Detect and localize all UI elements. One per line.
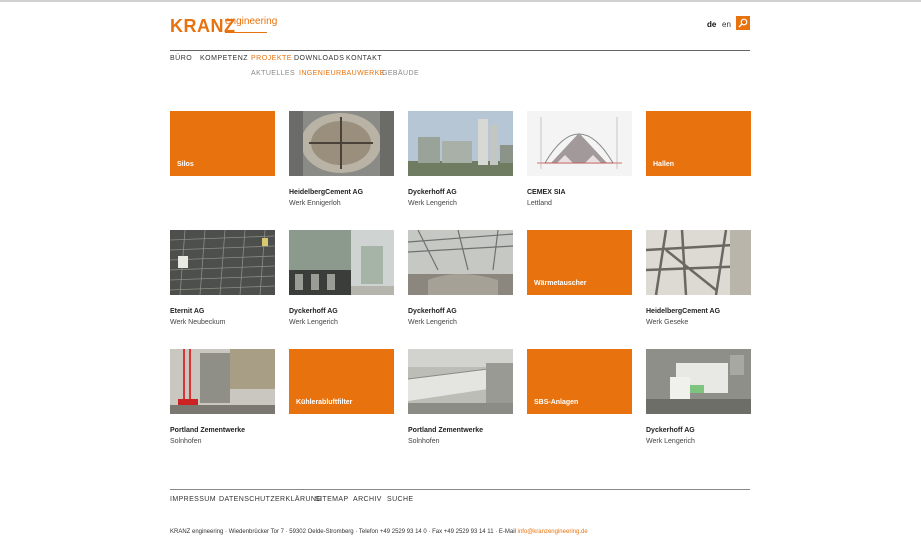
- project-subtitle: Solnhofen: [170, 438, 202, 445]
- category-label: SBS-Anlagen: [534, 399, 579, 406]
- logo-sub: engineering: [225, 16, 278, 27]
- nav-kompetenz[interactable]: KOMPETENZ: [200, 55, 248, 62]
- footer-link-suche[interactable]: SUCHE: [387, 496, 414, 503]
- project-photo[interactable]: [289, 111, 394, 176]
- project-caption[interactable]: HeidelbergCement AG Werk Ennigerloh: [289, 187, 399, 209]
- project-photo[interactable]: [170, 349, 275, 414]
- category-label: Kühlerabluftfilter: [296, 399, 353, 406]
- category-tile-sbs-anlagen[interactable]: SBS-Anlagen: [527, 349, 632, 414]
- project-photo[interactable]: [408, 111, 513, 176]
- footer-divider: [170, 489, 750, 490]
- lang-en-link[interactable]: en: [722, 20, 731, 29]
- footer-link-datenschutz[interactable]: DATENSCHUTZERKLÄRUNG: [219, 496, 322, 503]
- category-label: Wärmetauscher: [534, 280, 587, 287]
- category-label: Hallen: [653, 161, 675, 168]
- project-caption[interactable]: Portland Zementwerke Solnhofen: [408, 425, 518, 447]
- project-subtitle: Werk Lengerich: [289, 319, 338, 326]
- category-tile-silos[interactable]: Silos: [170, 111, 275, 176]
- project-title: Eternit AG: [170, 308, 205, 315]
- footer-link-impressum[interactable]: IMPRESSUM: [170, 496, 216, 503]
- logo[interactable]: KRANZ engineering: [170, 15, 277, 39]
- project-title: HeidelbergCement AG: [289, 189, 364, 196]
- top-border: [0, 0, 921, 2]
- subnav-gebaeude[interactable]: GEBÄUDE: [382, 70, 419, 77]
- project-caption[interactable]: Dyckerhoff AG Werk Lengerich: [289, 306, 399, 328]
- search-button[interactable]: [736, 16, 750, 30]
- footer-link-sitemap[interactable]: SITEMAP: [315, 496, 349, 503]
- project-title: HeidelbergCement AG: [646, 308, 721, 315]
- subnav-aktuelles[interactable]: AKTUELLES: [251, 70, 295, 77]
- project-caption[interactable]: HeidelbergCement AG Werk Geseke: [646, 306, 756, 328]
- project-title: CEMEX SIA: [527, 189, 566, 196]
- project-photo[interactable]: [170, 230, 275, 295]
- project-title: Portland Zementwerke: [170, 427, 246, 434]
- project-title: Dyckerhoff AG: [408, 189, 457, 196]
- footer-address: KRANZ engineering · Wiedenbrücker Tor 7 …: [170, 529, 588, 535]
- subnav-ingenieurbauwerke[interactable]: INGENIEURBAUWERKE: [299, 70, 385, 77]
- project-title: Dyckerhoff AG: [408, 308, 457, 315]
- project-caption[interactable]: Dyckerhoff AG Werk Lengerich: [408, 306, 518, 328]
- nav-buero[interactable]: BÜRO: [170, 55, 192, 62]
- project-caption[interactable]: Portland Zementwerke Solnhofen: [170, 425, 280, 447]
- nav-divider: [170, 50, 750, 51]
- footer-link-archiv[interactable]: ARCHIV: [353, 496, 382, 503]
- project-subtitle: Werk Lengerich: [646, 438, 695, 445]
- project-photo[interactable]: [408, 349, 513, 414]
- project-subtitle: Lettland: [527, 200, 552, 207]
- project-subtitle: Werk Lengerich: [408, 319, 457, 326]
- category-tile-waermetauscher[interactable]: Wärmetauscher: [527, 230, 632, 295]
- category-tile-kuehlerabluftfilter[interactable]: Kühlerabluftfilter: [289, 349, 394, 414]
- nav-downloads[interactable]: DOWNLOADS: [294, 55, 344, 62]
- project-photo[interactable]: [646, 230, 751, 295]
- address-text: KRANZ engineering · Wiedenbrücker Tor 7 …: [170, 529, 518, 535]
- category-label: Silos: [177, 161, 194, 168]
- project-photo[interactable]: [408, 230, 513, 295]
- project-subtitle: Werk Geseke: [646, 319, 689, 326]
- project-photo[interactable]: [289, 230, 394, 295]
- project-caption[interactable]: Dyckerhoff AG Werk Lengerich: [408, 187, 518, 209]
- project-subtitle: Werk Neubeckum: [170, 319, 226, 326]
- search-icon: [738, 18, 748, 28]
- email-link[interactable]: info@kranzengineering.de: [518, 529, 588, 535]
- logo-underline: [225, 32, 267, 33]
- nav-kontakt[interactable]: KONTAKT: [346, 55, 382, 62]
- project-drawing[interactable]: [527, 111, 632, 176]
- lang-de-link[interactable]: de: [707, 20, 716, 29]
- project-title: Portland Zementwerke: [408, 427, 484, 434]
- project-title: Dyckerhoff AG: [289, 308, 338, 315]
- project-caption[interactable]: Eternit AG Werk Neubeckum: [170, 306, 280, 328]
- project-subtitle: Werk Lengerich: [408, 200, 457, 207]
- project-caption[interactable]: Dyckerhoff AG Werk Lengerich: [646, 425, 756, 447]
- project-subtitle: Solnhofen: [408, 438, 440, 445]
- project-subtitle: Werk Ennigerloh: [289, 200, 341, 207]
- project-title: Dyckerhoff AG: [646, 427, 695, 434]
- category-tile-hallen[interactable]: Hallen: [646, 111, 751, 176]
- project-caption[interactable]: CEMEX SIA Lettland: [527, 187, 637, 209]
- project-photo[interactable]: [646, 349, 751, 414]
- nav-projekte[interactable]: PROJEKTE: [251, 55, 292, 62]
